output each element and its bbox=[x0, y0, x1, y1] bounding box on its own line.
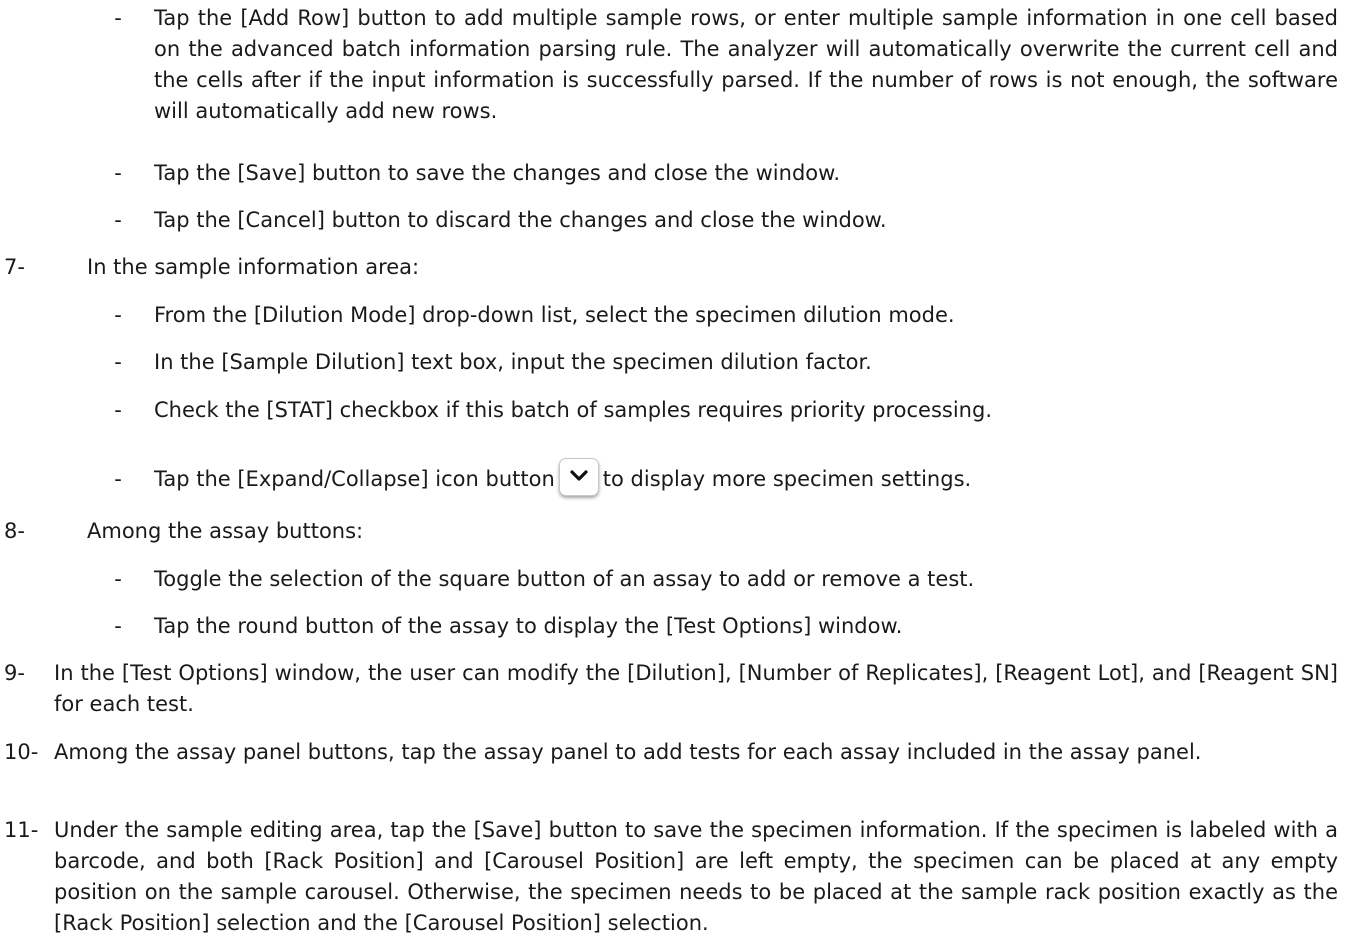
bullet-sample-dilution: - In the [Sample Dilution] text box, inp… bbox=[108, 347, 1338, 378]
step-7: 7- In the sample information area: bbox=[4, 252, 1338, 283]
bullet-dash: - bbox=[114, 467, 122, 491]
bullet-dilution-mode: - From the [Dilution Mode] drop-down lis… bbox=[108, 300, 1338, 331]
chevron-down-icon bbox=[570, 470, 588, 481]
bullet-text-after: to display more specimen settings. bbox=[602, 467, 972, 491]
bullet-text-before: Tap the [Expand/Collapse] icon button bbox=[154, 467, 555, 491]
step-10: 10- Among the assay panel buttons, tap t… bbox=[4, 737, 1338, 799]
bullet-dash: - bbox=[114, 350, 122, 374]
bullet-text: Tap the [Cancel] button to discard the c… bbox=[154, 208, 887, 232]
bullet-text-group: Tap the [Expand/Collapse] icon button to … bbox=[154, 458, 1338, 496]
bullet-cancel: - Tap the [Cancel] button to discard the… bbox=[108, 205, 1338, 236]
bullet-dash: - bbox=[114, 161, 122, 185]
bullet-dash: - bbox=[114, 303, 122, 327]
step-text: Under the sample editing area, tap the [… bbox=[54, 818, 1338, 935]
bullet-dash: - bbox=[114, 567, 122, 591]
document-page: - Tap the [Add Row] button to add multip… bbox=[0, 0, 1356, 948]
bullet-text: From the [Dilution Mode] drop-down list,… bbox=[154, 303, 955, 327]
step-text: Among the assay panel buttons, tap the a… bbox=[54, 740, 1202, 764]
step-number: 8- bbox=[4, 519, 25, 543]
bullet-stat: - Check the [STAT] checkbox if this batc… bbox=[108, 395, 1338, 426]
expand-collapse-button[interactable] bbox=[558, 458, 599, 496]
step-11: 11- Under the sample editing area, tap t… bbox=[4, 815, 1338, 939]
step-number: 11- bbox=[4, 818, 39, 842]
bullet-toggle-square: - Toggle the selection of the square but… bbox=[108, 564, 1338, 595]
step-8: 8- Among the assay buttons: bbox=[4, 516, 1338, 547]
bullet-text: In the [Sample Dilution] text box, input… bbox=[154, 350, 872, 374]
bullet-text: Tap the [Add Row] button to add multiple… bbox=[154, 6, 1338, 123]
step-9: 9- In the [Test Options] window, the use… bbox=[4, 658, 1338, 720]
bullet-dash: - bbox=[114, 614, 122, 638]
bullet-text: Check the [STAT] checkbox if this batch … bbox=[154, 398, 993, 422]
bullet-round-button: - Tap the round button of the assay to d… bbox=[108, 611, 1338, 642]
bullet-text: Tap the [Save] button to save the change… bbox=[154, 161, 841, 185]
bullet-expand-collapse: - Tap the [Expand/Collapse] icon button t… bbox=[108, 458, 1338, 496]
bullet-dash: - bbox=[114, 398, 122, 422]
step-text: In the [Test Options] window, the user c… bbox=[54, 661, 1338, 716]
bullet-text: Toggle the selection of the square butto… bbox=[154, 567, 975, 591]
bullet-save: - Tap the [Save] button to save the chan… bbox=[108, 158, 1338, 189]
step-number: 10- bbox=[4, 740, 39, 764]
bullet-dash: - bbox=[114, 6, 122, 30]
step-text: In the sample information area: bbox=[87, 255, 420, 279]
bullet-add-row: - Tap the [Add Row] button to add multip… bbox=[108, 3, 1338, 127]
step-number: 7- bbox=[4, 255, 25, 279]
step-text: Among the assay buttons: bbox=[87, 519, 364, 543]
bullet-dash: - bbox=[114, 208, 122, 232]
bullet-text: Tap the round button of the assay to dis… bbox=[154, 614, 903, 638]
step-number: 9- bbox=[4, 661, 25, 685]
